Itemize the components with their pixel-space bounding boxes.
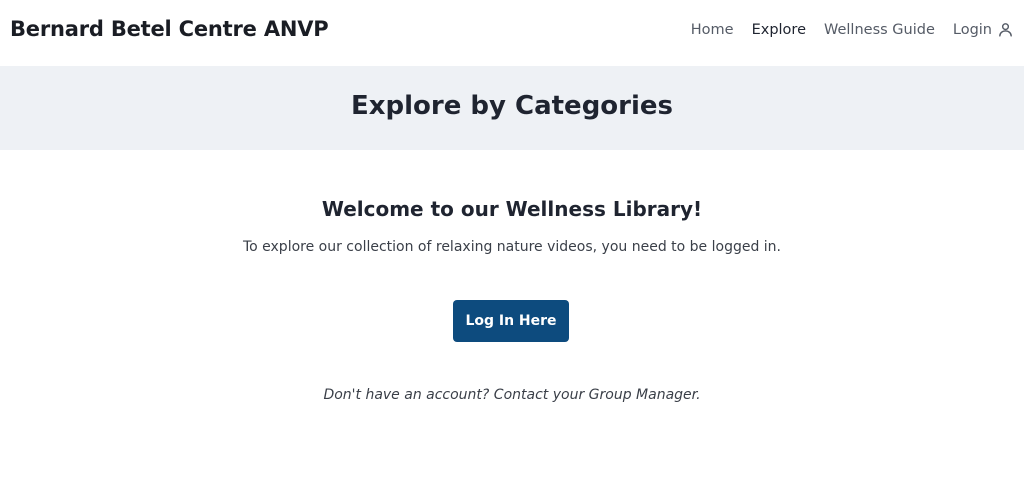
nav-wellness-guide[interactable]: Wellness Guide [824,22,935,38]
account-note: Don't have an account? Contact your Grou… [323,387,701,403]
nav-login[interactable]: Login [953,21,1014,38]
user-icon [999,23,1012,37]
login-button[interactable]: Log In Here [453,300,569,342]
login-required-description: To explore our collection of relaxing na… [242,239,782,255]
site-brand[interactable]: Bernard Betel Centre ANVP [10,17,329,41]
page-title: Explore by Categories [350,91,674,121]
welcome-heading: Welcome to our Wellness Library! [321,197,703,221]
nav-explore[interactable]: Explore [752,22,806,38]
page-banner: Explore by Categories [0,66,1024,150]
nav-home[interactable]: Home [691,22,734,38]
nav-login-label: Login [952,21,992,38]
main-nav: Home Explore Wellness Guide Login [691,21,1014,38]
site-header: Bernard Betel Centre ANVP Home Explore W… [0,0,1024,66]
